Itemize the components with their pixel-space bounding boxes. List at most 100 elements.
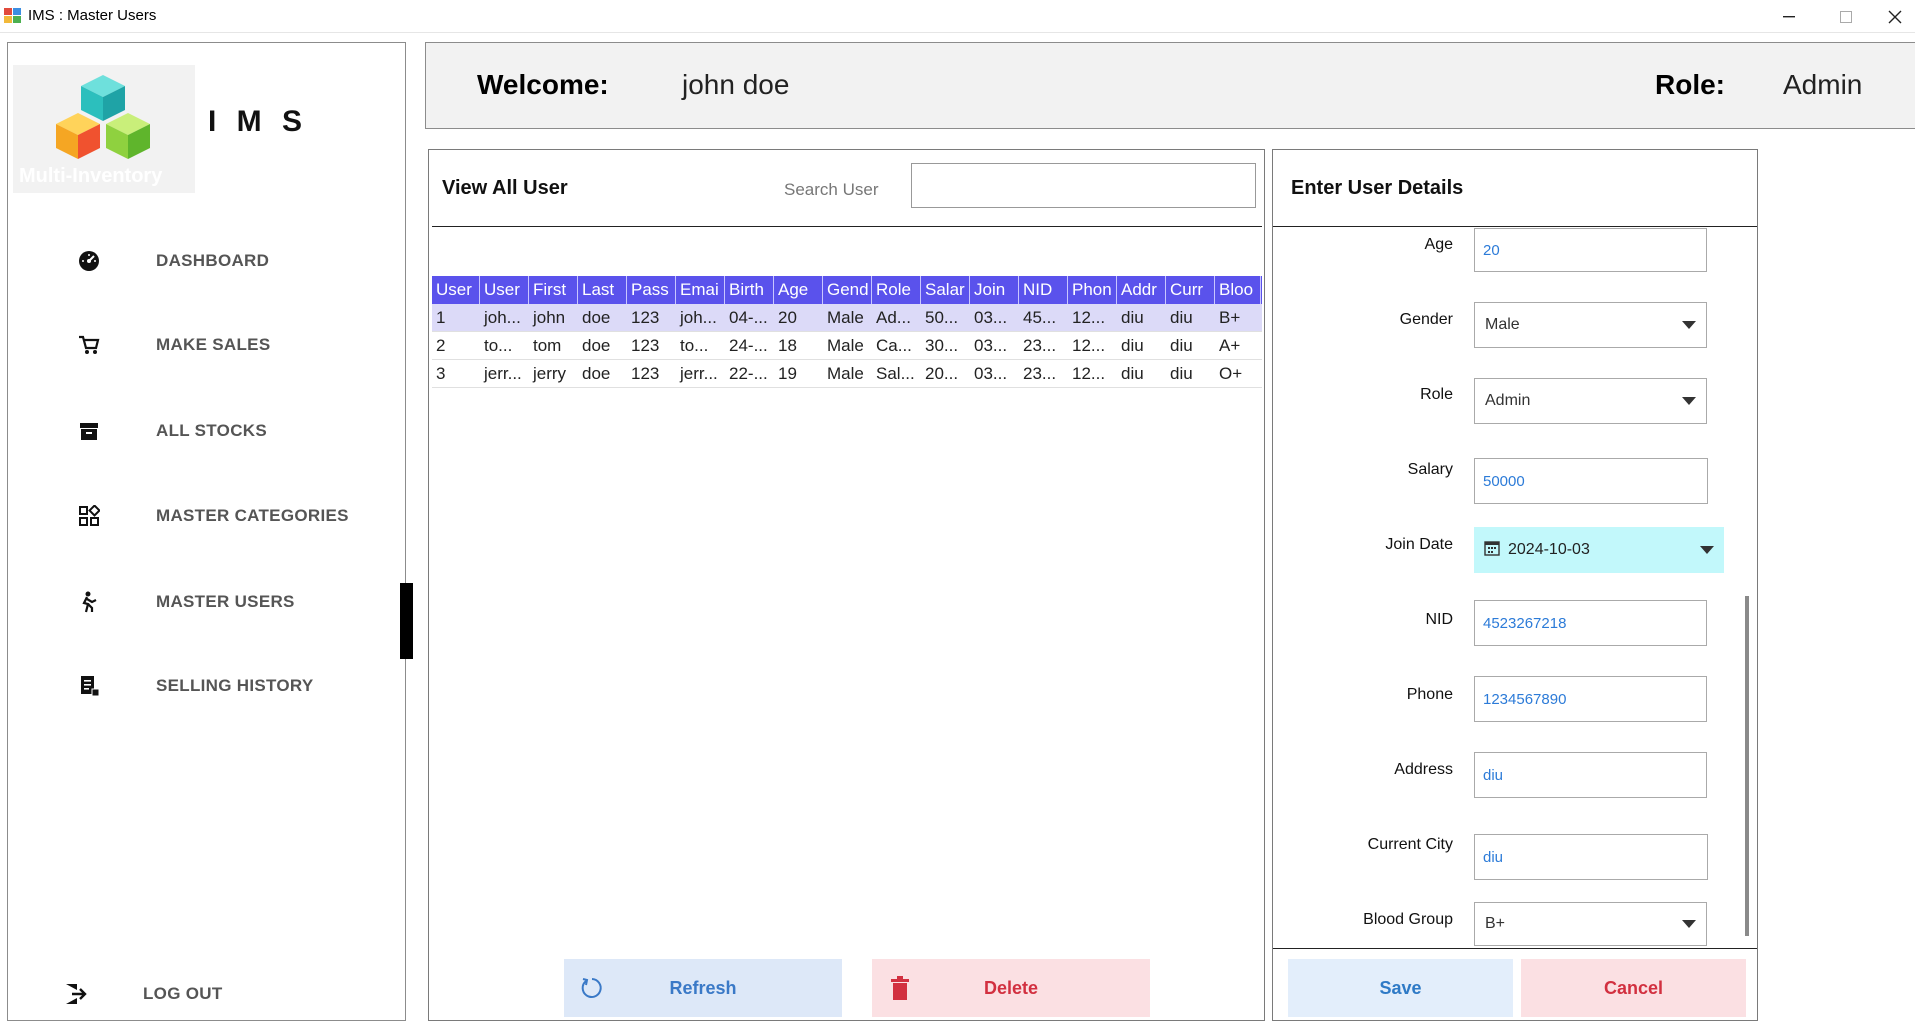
sidebar-item-label: MASTER CATEGORIES (156, 506, 349, 525)
table-cell: joh... (484, 307, 521, 327)
table-cell: 12... (1072, 363, 1106, 383)
table-cell: Sal... (876, 363, 915, 383)
column-header[interactable]: Last (578, 276, 627, 304)
column-header[interactable]: Gend (823, 276, 872, 304)
column-header[interactable]: Bloo (1215, 276, 1261, 304)
age-label: Age (1424, 236, 1453, 253)
join-date-picker[interactable]: 2024-10-03 (1474, 527, 1724, 573)
maximize-button[interactable] (1818, 0, 1874, 33)
phone-label: Phone (1406, 686, 1453, 703)
sidebar-item-all-stocks[interactable]: ALL STOCKS (48, 409, 388, 453)
close-icon (1888, 10, 1901, 23)
table-cell: 30... (925, 335, 959, 355)
column-header[interactable]: Birth (725, 276, 774, 304)
gender-select[interactable]: Male (1474, 302, 1707, 348)
current-user-name: john doe (682, 69, 790, 100)
column-header[interactable]: User (432, 276, 480, 304)
column-header[interactable]: Salar (921, 276, 970, 304)
column-header[interactable]: Role (872, 276, 921, 304)
table-cell: 123 (631, 307, 660, 327)
column-header[interactable]: Phon (1068, 276, 1117, 304)
table-cell: 12... (1072, 307, 1106, 327)
column-header[interactable]: Emai (676, 276, 725, 304)
chevron-down-icon (1682, 920, 1696, 928)
user-walking-icon (74, 587, 104, 617)
details-scrollbar[interactable] (1745, 596, 1749, 936)
refresh-button[interactable]: Refresh (564, 959, 842, 1017)
table-cell: joh... (680, 307, 717, 327)
table-row[interactable]: 3 jerr... jerry doe 123 jerr... 22-... 1… (432, 360, 1262, 388)
table-cell: 18 (778, 335, 797, 355)
table-cell: Ad... (876, 307, 911, 327)
sidebar-item-label: MASTER USERS (156, 592, 295, 611)
table-cell: jerr... (484, 363, 522, 383)
blood-group-select[interactable]: B+ (1474, 902, 1707, 946)
salary-field[interactable]: 50000 (1474, 458, 1708, 504)
sidebar-item-label: ALL STOCKS (156, 421, 267, 440)
sidebar-item-master-categories[interactable]: MASTER CATEGORIES (48, 494, 388, 538)
column-header[interactable]: Curr (1166, 276, 1215, 304)
age-field[interactable]: 20 (1474, 228, 1707, 272)
table-cell: 1 (436, 307, 446, 327)
delete-button[interactable]: Delete (872, 959, 1150, 1017)
dashboard-gauge-icon (74, 246, 104, 276)
column-header[interactable]: Addr (1117, 276, 1166, 304)
table-cell: diu (1170, 363, 1193, 383)
salary-label: Salary (1407, 461, 1453, 478)
join-date-label: Join Date (1385, 536, 1453, 553)
sidebar-item-make-sales[interactable]: MAKE SALES (48, 323, 388, 367)
address-field[interactable]: diu (1474, 752, 1707, 798)
gender-label: Gender (1399, 311, 1453, 328)
column-header[interactable]: Age (774, 276, 823, 304)
minimize-button[interactable] (1761, 0, 1817, 33)
app-logo: Multi-Inventory (13, 65, 195, 193)
search-user-input[interactable] (911, 163, 1256, 208)
table-cell: 19 (778, 363, 797, 383)
active-nav-indicator (400, 583, 413, 659)
current-city-field[interactable]: diu (1474, 834, 1708, 880)
table-cell: 20... (925, 363, 959, 383)
close-window-button[interactable] (1874, 0, 1915, 33)
grid-header-row: User User First Last Pass Emai Birth Age… (432, 276, 1262, 304)
column-header[interactable]: NID (1019, 276, 1068, 304)
divider (1273, 226, 1757, 227)
refresh-label: Refresh (669, 977, 737, 998)
table-row[interactable]: 1 joh... john doe 123 joh... 04-... 20 M… (432, 304, 1262, 332)
receipt-icon (74, 671, 104, 701)
table-cell: diu (1121, 307, 1144, 327)
table-cell: 3 (436, 363, 446, 383)
sidebar-item-master-users[interactable]: MASTER USERS (48, 580, 388, 624)
sidebar-item-label: SELLING HISTORY (156, 676, 314, 695)
table-cell: jerry (533, 363, 567, 383)
table-cell: tom (533, 335, 562, 355)
logout-button[interactable]: LOG OUT (35, 972, 375, 1016)
sidebar-item-dashboard[interactable]: DASHBOARD (48, 239, 388, 283)
logout-icon (61, 979, 91, 1009)
save-button[interactable]: Save (1288, 959, 1513, 1017)
users-data-grid[interactable]: User User First Last Pass Emai Birth Age… (432, 276, 1262, 388)
role-select-value: Admin (1485, 392, 1531, 409)
table-cell: 24-... (729, 335, 768, 355)
table-cell: diu (1121, 335, 1144, 355)
table-cell: 50... (925, 307, 959, 327)
column-header[interactable]: Join (970, 276, 1019, 304)
table-cell: john (533, 307, 566, 327)
divider (1273, 948, 1757, 949)
table-row[interactable]: 2 to... tom doe 123 to... 24-... 18 Male… (432, 332, 1262, 360)
table-cell: doe (582, 335, 611, 355)
column-header[interactable]: First (529, 276, 578, 304)
phone-field[interactable]: 1234567890 (1474, 676, 1707, 722)
sidebar-item-label: MAKE SALES (156, 335, 271, 354)
role-select[interactable]: Admin (1474, 378, 1707, 424)
table-cell: B+ (1219, 307, 1241, 327)
sidebar-item-selling-history[interactable]: SELLING HISTORY (48, 664, 388, 708)
nid-field[interactable]: 4523267218 (1474, 600, 1707, 646)
cancel-button[interactable]: Cancel (1521, 959, 1746, 1017)
archive-box-icon (74, 416, 104, 446)
table-cell: jerr... (680, 363, 718, 383)
cart-icon (74, 330, 104, 360)
column-header[interactable]: User (480, 276, 529, 304)
column-header[interactable]: Pass (627, 276, 676, 304)
chevron-down-icon (1682, 321, 1696, 329)
table-cell: diu (1121, 363, 1144, 383)
